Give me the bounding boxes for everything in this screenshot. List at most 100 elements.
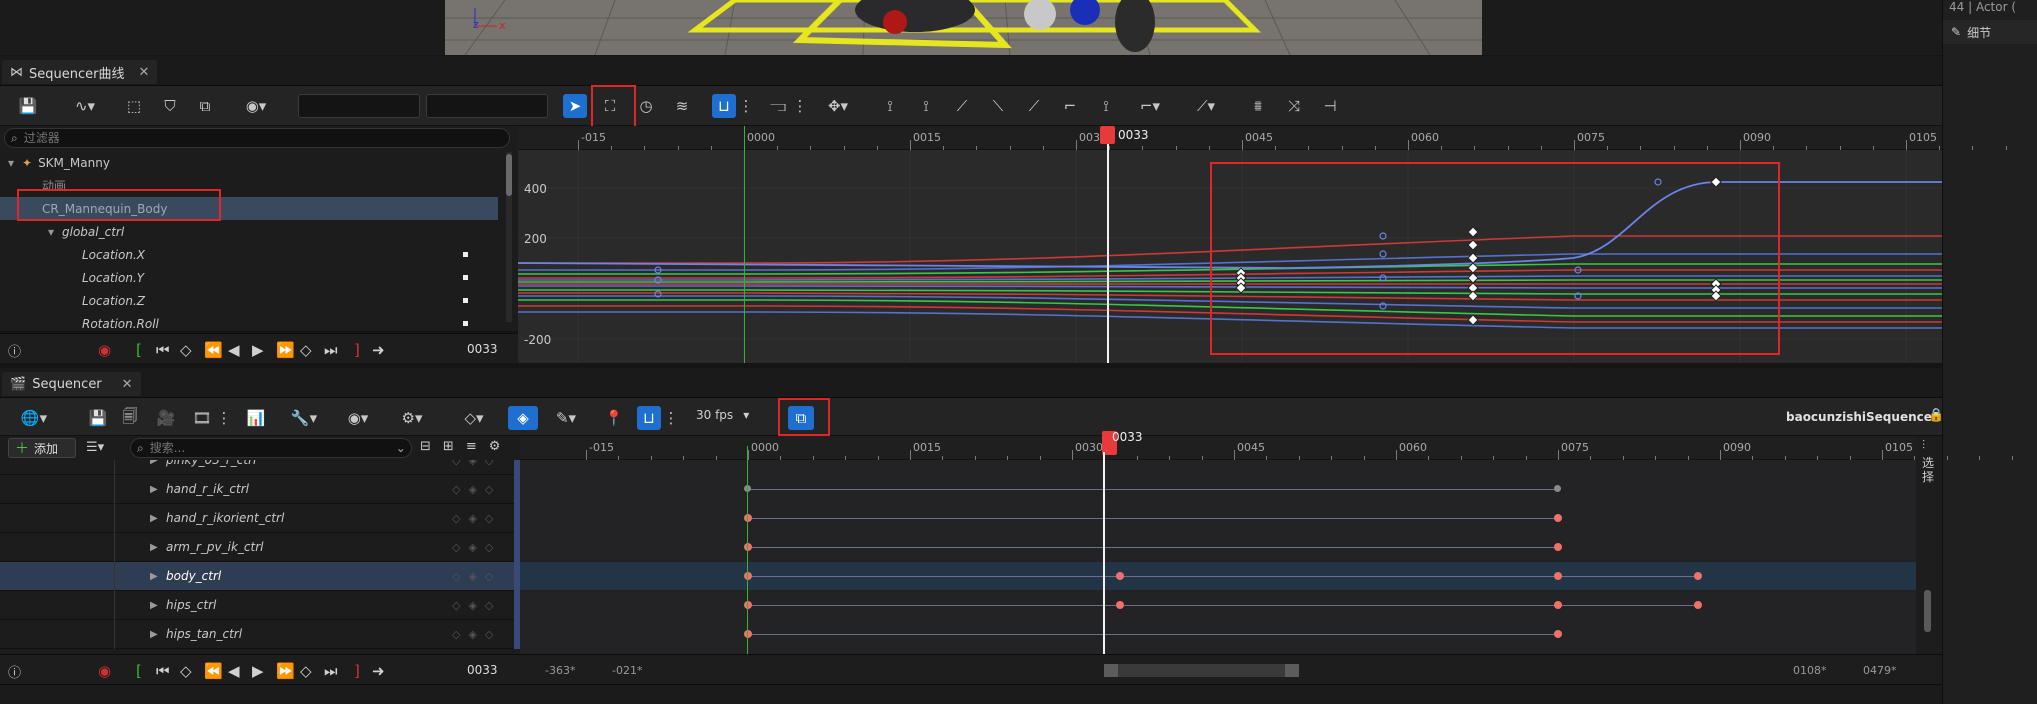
keyframe-dot[interactable] <box>1554 630 1562 638</box>
keyframe-dot[interactable] <box>744 572 752 580</box>
world-button[interactable]: 🌐▾ <box>14 406 54 430</box>
multi-scale-button[interactable]: ≋ <box>670 94 694 118</box>
curve-current-frame[interactable]: 0033 <box>467 342 498 356</box>
value-field[interactable] <box>426 94 548 118</box>
curve-tree-row[interactable]: ▾ ✦ SKM_Manny <box>0 151 498 174</box>
curve-time-ruler[interactable]: -015 0000 0015 0030 0045 0060 0075 0090 0105 <box>518 126 2007 150</box>
curve-tree-row[interactable]: Location.Z <box>0 289 498 312</box>
expand-arrow-icon[interactable]: ▶ <box>150 460 166 466</box>
set-end-button-2[interactable]: ] <box>354 662 360 680</box>
sliders-icon[interactable]: ⫶ <box>1922 438 1925 453</box>
track-row[interactable]: ▶ arm_r_pv_ik_ctrl ◇◈◇ <box>0 533 520 562</box>
linear-button[interactable]: ⟍ <box>986 94 1010 118</box>
keyframe-track[interactable] <box>520 533 1916 562</box>
key-options-button[interactable]: ◇▾ <box>454 406 494 430</box>
set-start-button[interactable]: [ <box>136 341 142 359</box>
tangent-options-button[interactable]: ⋮ <box>793 94 808 118</box>
key-nav-icons[interactable]: ◇◈◇ <box>452 512 501 525</box>
snap-options-button[interactable]: ⋮ <box>739 94 754 118</box>
set-start-button-2[interactable]: [ <box>136 662 142 680</box>
play-start-field[interactable]: -021* <box>612 664 642 677</box>
filter-button[interactable]: ⛉ <box>158 94 182 118</box>
visibility-button[interactable]: ◉▾ <box>236 94 276 118</box>
next-frame-button-2[interactable]: ⏩ <box>276 662 295 680</box>
straighten-button[interactable]: ⟟ <box>1094 94 1118 118</box>
playback-options-button[interactable]: ⚙▾ <box>392 406 432 430</box>
close-icon[interactable]: ✕ <box>138 65 149 80</box>
snap-button[interactable]: ⊔ <box>712 94 736 118</box>
render-button[interactable]: 🎞 <box>190 406 214 430</box>
expand-arrow-icon[interactable]: ▾ <box>48 225 62 239</box>
add-track-button[interactable]: ＋ 添加 <box>8 438 76 458</box>
save-button[interactable]: 💾 <box>16 94 40 118</box>
time-field[interactable] <box>298 94 420 118</box>
record-button[interactable]: ◉ <box>98 341 111 359</box>
fps-dropdown[interactable]: 30 fps ▾ <box>696 408 749 422</box>
seq-save-button[interactable]: 💾 <box>86 406 110 430</box>
info-icon[interactable]: ⓘ <box>8 341 21 360</box>
tab-sequencer[interactable]: 🎬 Sequencer ✕ <box>2 372 141 396</box>
key-reduce-button[interactable]: ⩩ <box>1246 94 1270 118</box>
track-search-input[interactable] <box>149 441 390 455</box>
level-viewport[interactable]: z x <box>445 0 1482 55</box>
key-nav-icons[interactable]: ◇◈◇ <box>452 570 501 583</box>
next-frame-button[interactable]: ⏩ <box>276 341 295 359</box>
track-row[interactable]: ▶ hand_r_ik_ctrl ◇◈◇ <box>0 475 520 504</box>
collapse-icon[interactable]: ⊟ <box>420 439 431 454</box>
jump-end-button[interactable]: ⏭ <box>324 341 338 359</box>
flatten-button[interactable]: ⌐ <box>1058 94 1082 118</box>
track-search-box[interactable]: ⌕ ⌄ <box>130 438 412 458</box>
track-row[interactable]: ▶ hips_ctrl ◇◈◇ <box>0 591 520 620</box>
lock-icon[interactable]: 🔒 <box>1928 408 1944 423</box>
loop-button-2[interactable]: ➜ <box>372 662 385 680</box>
constant-button[interactable]: ⟋ <box>1022 94 1046 118</box>
actions-button[interactable]: 🔧▾ <box>284 406 324 430</box>
timeline-h-scrollbar[interactable] <box>1104 664 1299 677</box>
play-button[interactable]: ▶ <box>252 341 264 359</box>
tab-curve-editor[interactable]: ⋈ Sequencer曲线 ✕ <box>2 60 158 84</box>
director-button[interactable]: 📊 <box>244 406 268 430</box>
curve-tree-row[interactable]: Location.X <box>0 243 498 266</box>
reverse-button[interactable]: ◀ <box>228 341 240 359</box>
prev-frame-button-2[interactable]: ⏪ <box>204 662 223 680</box>
key-nav-icons[interactable]: ◇◈◇ <box>452 460 501 467</box>
pre-infinity-button[interactable]: ⌐▾ <box>1130 94 1170 118</box>
curve-view-mode-button[interactable]: ∿▾ <box>66 94 104 118</box>
expand-arrow-icon[interactable]: ▶ <box>150 484 166 495</box>
jump-start-button[interactable]: ⏮ <box>156 341 170 359</box>
next-key-button[interactable]: ◇ <box>300 341 312 359</box>
camera-button[interactable]: 🎥 <box>154 406 178 430</box>
seq-time-ruler[interactable]: -015 0000 0015 0030 0045 0060 0075 0090 0105 <box>520 436 2013 460</box>
keyframe-dot[interactable] <box>744 630 752 638</box>
jump-start-button-2[interactable]: ⏮ <box>156 662 170 680</box>
edit-mode-button[interactable]: ✎▾ <box>546 406 586 430</box>
tree-scrollbar[interactable] <box>506 152 512 322</box>
reverse-button-2[interactable]: ◀ <box>228 662 240 680</box>
key-nav-icons[interactable]: ◇◈◇ <box>452 541 501 554</box>
marker-button[interactable]: 📍 <box>602 406 626 430</box>
seq-track-area[interactable] <box>520 460 1916 654</box>
set-end-button[interactable]: ] <box>354 341 360 359</box>
prev-frame-button[interactable]: ⏪ <box>204 341 223 359</box>
record-button-2[interactable]: ◉ <box>98 662 111 680</box>
tangent-button[interactable]: ⫎ <box>766 94 790 118</box>
info-icon-2[interactable]: ⓘ <box>8 662 21 681</box>
seq-current-frame[interactable]: 0033 <box>467 663 498 677</box>
expand-arrow-icon[interactable]: ▶ <box>150 571 166 582</box>
play-button-2[interactable]: ▶ <box>252 662 264 680</box>
keyframe-dot[interactable] <box>1554 485 1561 492</box>
track-row[interactable]: ▶ pinky_03_r_ctrl ◇◈◇ <box>0 460 520 475</box>
seq-snap-button[interactable]: ⊔ <box>637 406 661 430</box>
filter-box[interactable]: ⌕ <box>4 128 510 148</box>
chevron-down-icon-2[interactable]: ⌄ <box>396 441 406 455</box>
break-tangent-button[interactable]: ⟋ <box>950 94 974 118</box>
play-end-field[interactable]: 0108* <box>1793 664 1827 677</box>
track-row[interactable]: ▶ body_ctrl ◇◈◇ <box>0 562 520 591</box>
keyframe-dot[interactable] <box>1694 572 1702 580</box>
expand-arrow-icon[interactable]: ▶ <box>150 542 166 553</box>
settings-icon[interactable]: ⚙ <box>489 439 501 454</box>
keyframe-dot[interactable] <box>1554 601 1562 609</box>
keyframe-dot[interactable] <box>744 601 752 609</box>
frame-button[interactable]: ⧉ <box>193 94 217 118</box>
loop-button[interactable]: ➜ <box>372 341 385 359</box>
